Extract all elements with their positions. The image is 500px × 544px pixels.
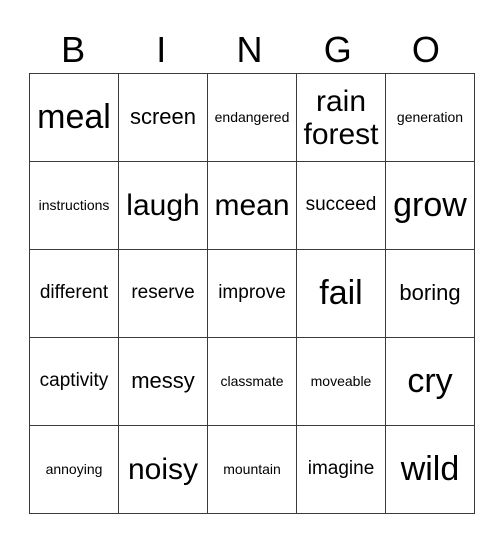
bingo-cell-text: boring [399, 280, 461, 306]
bingo-row: different reserve improve fail boring [29, 249, 475, 338]
bingo-row: captivity messy classmate moveable cry [29, 337, 475, 426]
bingo-cell[interactable]: noisy [118, 425, 208, 514]
bingo-cell-text: generation [396, 108, 464, 125]
bingo-grid: meal screen endangered rain forest generatio… [29, 73, 475, 514]
bingo-cell[interactable]: laugh [118, 161, 208, 250]
header-letter: N [236, 29, 263, 70]
bingo-cell-text: rain forest [303, 84, 379, 151]
header-letter: I [156, 29, 167, 70]
bingo-cell[interactable]: messy [118, 337, 208, 426]
bingo-cell-text: imagine [307, 458, 375, 480]
bingo-cell[interactable]: rain forest [296, 73, 386, 162]
header-letter: O [411, 29, 440, 70]
bingo-cell-text: grow [393, 185, 467, 224]
bingo-row: annoying noisy mountain imagine wild [29, 425, 475, 514]
bingo-cell-text: messy [131, 368, 195, 394]
bingo-row: meal screen endangered rain forest generatio… [29, 73, 475, 162]
bingo-cell[interactable]: captivity [29, 337, 119, 426]
bingo-cell-text: laugh [126, 189, 200, 222]
bingo-cell[interactable]: moveable [296, 337, 386, 426]
bingo-cell[interactable]: wild [385, 425, 475, 514]
bingo-cell[interactable]: imagine [296, 425, 386, 514]
bingo-cell[interactable]: meal [29, 73, 119, 162]
bingo-cell-text: screen [129, 104, 197, 130]
header-letter: B [61, 29, 86, 70]
bingo-cell-text: endangered [214, 108, 290, 125]
bingo-cell[interactable]: grow [385, 161, 475, 250]
bingo-row: instructions laugh mean succeed grow [29, 161, 475, 250]
bingo-cell-text: classmate [220, 372, 284, 389]
bingo-cell[interactable]: screen [118, 73, 208, 162]
bingo-cell[interactable]: fail [296, 249, 386, 338]
bingo-cell-text: different [39, 282, 109, 304]
bingo-cell-text: mountain [223, 460, 281, 477]
bingo-cell-text: noisy [127, 453, 199, 486]
bingo-cell-text: fail [319, 273, 363, 312]
bingo-cell-text: mean [214, 189, 290, 222]
bingo-cell-text: annoying [45, 460, 103, 477]
bingo-cell[interactable]: succeed [296, 161, 386, 250]
bingo-cell[interactable]: different [29, 249, 119, 338]
bingo-cell[interactable]: mountain [207, 425, 297, 514]
bingo-cell[interactable]: annoying [29, 425, 119, 514]
bingo-cell[interactable]: endangered [207, 73, 297, 162]
bingo-header: B I N G O [29, 28, 470, 72]
bingo-cell[interactable]: generation [385, 73, 475, 162]
bingo-cell[interactable]: reserve [118, 249, 208, 338]
bingo-cell[interactable]: improve [207, 249, 297, 338]
bingo-cell[interactable]: classmate [207, 337, 297, 426]
bingo-cell[interactable]: instructions [29, 161, 119, 250]
bingo-cell-text: reserve [131, 282, 195, 304]
bingo-cell-text: meal [37, 97, 111, 136]
bingo-cell-text: wild [400, 449, 460, 488]
bingo-cell-text: improve [218, 282, 286, 304]
bingo-cell[interactable]: cry [385, 337, 475, 426]
bingo-cell-text: cry [407, 361, 453, 400]
header-letter: G [323, 29, 352, 70]
bingo-cell[interactable]: mean [207, 161, 297, 250]
bingo-cell-text: moveable [310, 372, 372, 389]
bingo-cell-text: instructions [38, 196, 110, 213]
bingo-cell-text: captivity [39, 370, 109, 392]
bingo-cell-text: succeed [305, 194, 377, 216]
bingo-cell[interactable]: boring [385, 249, 475, 338]
